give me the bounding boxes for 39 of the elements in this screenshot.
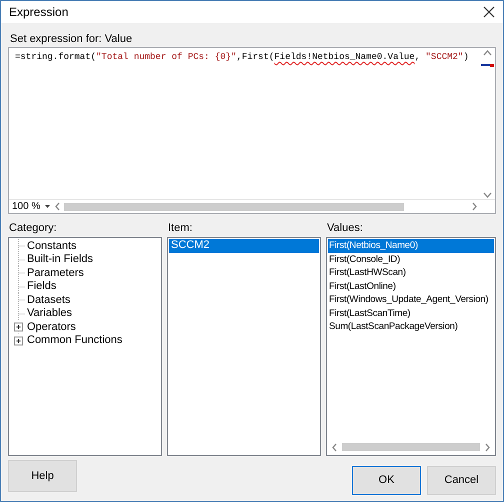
values-label: Values: <box>327 222 364 234</box>
scroll-left-icon[interactable] <box>53 202 62 211</box>
category-item[interactable]: Variables <box>26 307 72 320</box>
scroll-up-icon[interactable] <box>483 48 492 57</box>
category-item[interactable]: Constants <box>26 240 77 252</box>
expand-icon[interactable] <box>13 334 26 347</box>
scroll-right-icon[interactable] <box>483 442 492 452</box>
value-entry[interactable]: Sum(LastScanPackageVersion) <box>328 320 494 334</box>
expand-icon[interactable] <box>13 320 26 334</box>
value-entry[interactable]: First(Netbios_Name0) <box>328 239 494 252</box>
category-item[interactable]: Operators <box>26 320 76 333</box>
scrollbar-thumb[interactable] <box>342 443 480 451</box>
scrollbar-thumb[interactable] <box>64 202 404 210</box>
window-title: Expression <box>9 5 68 19</box>
category-item[interactable]: Common Functions <box>26 334 122 346</box>
value-entry[interactable]: First(Windows_Update_Agent_Version) <box>328 293 494 306</box>
category-label: Category: <box>9 222 58 234</box>
ok-button[interactable]: OK <box>352 466 421 494</box>
expression-text: =string.format("Total number of PCs: {0}",First(Fields!Netbios_Name0.Value, "SCCM2") <box>14 51 470 64</box>
scroll-down-icon[interactable] <box>483 190 492 199</box>
expression-label: Set expression for: Value <box>10 33 134 45</box>
scroll-left-icon[interactable] <box>330 442 339 452</box>
item-entry[interactable]: SCCM2 <box>169 239 319 252</box>
expression-editor[interactable]: =string.format("Total number of PCs: {0}",First(Fields!Netbios_Name0.Value, "SCCM2") 100 % <box>8 47 496 214</box>
value-entry[interactable]: First(LastScanTime) <box>328 306 494 320</box>
category-item[interactable]: Built-in Fields <box>26 253 94 266</box>
dropdown-caret-icon[interactable] <box>45 205 50 208</box>
category-item[interactable]: Fields <box>26 280 56 292</box>
value-entry[interactable]: First(LastOnline) <box>328 280 494 293</box>
position-marker-icon <box>481 64 494 67</box>
close-icon[interactable] <box>483 6 495 18</box>
value-entry[interactable]: First(LastHWScan) <box>328 266 494 280</box>
category-item[interactable]: Parameters <box>26 266 84 279</box>
help-button[interactable]: Help <box>8 460 77 492</box>
scroll-right-icon[interactable] <box>470 202 479 211</box>
category-item[interactable]: Datasets <box>26 294 70 306</box>
item-label: Item: <box>168 222 194 234</box>
cancel-button[interactable]: Cancel <box>427 466 496 494</box>
value-entry[interactable]: First(Console_ID) <box>328 252 494 266</box>
